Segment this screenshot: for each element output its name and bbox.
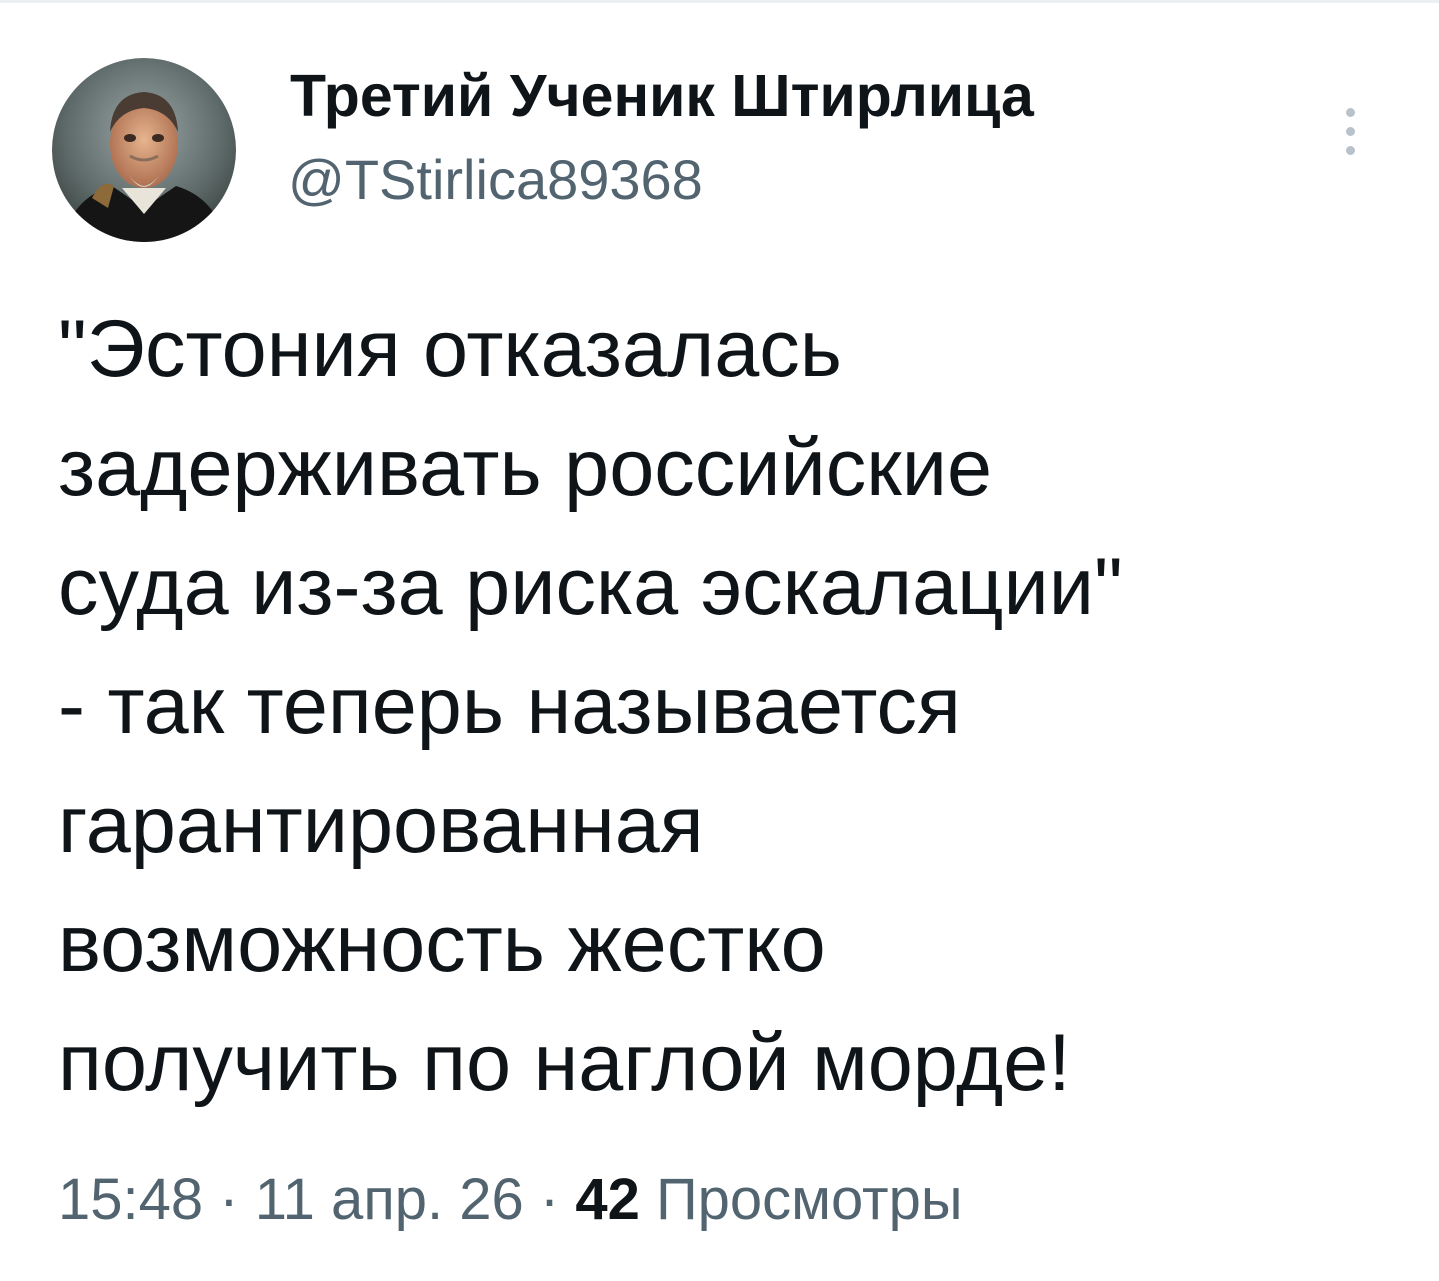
author-avatar[interactable] [52, 58, 236, 242]
tweet-text-line: возможность жестко [58, 899, 826, 989]
views-label[interactable]: Просмотры [656, 1167, 963, 1232]
tweet-text-line: получить по наглой морде! [58, 1018, 1071, 1108]
tweet-text-line: "Эстония отказалась [58, 304, 842, 394]
tweet-text-line: задерживать российские [58, 423, 992, 513]
portrait-avatar-icon [52, 58, 236, 242]
meta-separator: · [219, 1167, 239, 1232]
tweet-text: "Эстония отказалась задерживать российск… [58, 290, 1418, 1123]
vertical-dots-icon [1345, 107, 1355, 117]
top-divider [0, 0, 1439, 3]
tweet-text-line: суда из-за риска эскалации" [58, 542, 1123, 632]
meta-separator: · [539, 1167, 560, 1232]
tweet-date[interactable]: 11 апр. 26 [255, 1167, 524, 1232]
author-handle[interactable]: @TStirlica89368 [288, 148, 703, 212]
tweet-metadata: 15:48 · 11 апр. 26 · 42 Просмотры [58, 1162, 963, 1238]
tweet-text-line: гарантированная [58, 780, 704, 870]
vertical-dots-icon [1345, 126, 1355, 136]
more-options-button[interactable] [1330, 96, 1370, 166]
views-count[interactable]: 42 [575, 1167, 640, 1232]
tweet-time[interactable]: 15:48 [58, 1167, 203, 1232]
author-display-name[interactable]: Третий Ученик Штирлица [290, 60, 1034, 132]
vertical-dots-icon [1345, 145, 1355, 155]
tweet-text-line: - так теперь называется [58, 661, 961, 751]
